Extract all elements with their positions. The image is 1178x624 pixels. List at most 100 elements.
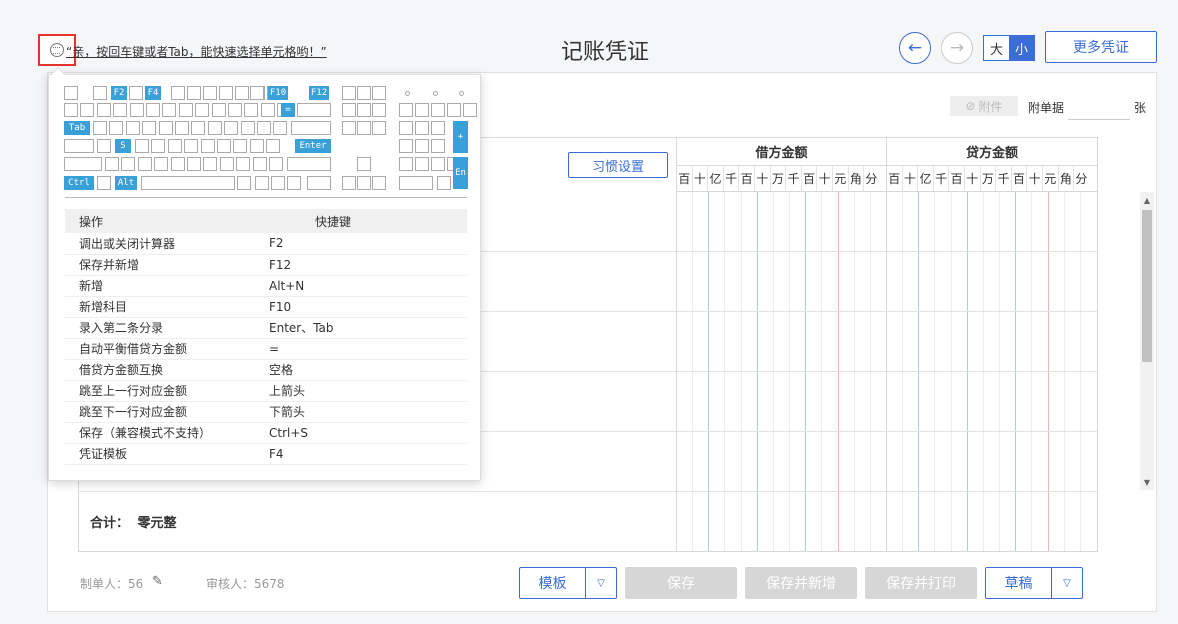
key	[342, 176, 356, 190]
key	[250, 86, 264, 100]
key	[224, 121, 239, 135]
key	[260, 103, 275, 117]
key	[431, 103, 445, 117]
prev-voucher-button[interactable]: ←	[899, 32, 931, 64]
total-value: 零元整	[137, 516, 177, 531]
shortcut-row: 跳至下一行对应金额 下箭头	[65, 401, 467, 423]
key-enter: Enter	[295, 139, 331, 153]
digit-unit: 十	[1026, 166, 1042, 191]
digit-unit: 十	[816, 166, 832, 191]
key	[219, 86, 233, 100]
key	[431, 121, 445, 135]
grid-scrollbar[interactable]: ▲ ▼	[1140, 192, 1154, 490]
save-button[interactable]: 保存	[625, 567, 737, 599]
scroll-up-icon[interactable]: ▲	[1140, 192, 1154, 208]
size-small-button[interactable]: 小	[1009, 36, 1034, 60]
key	[93, 121, 107, 135]
key	[415, 139, 429, 153]
shortcut-action: 跳至上一行对应金额	[65, 380, 255, 402]
key	[273, 121, 288, 135]
digit-unit: 百	[886, 166, 902, 191]
key	[291, 121, 331, 135]
draft-button[interactable]: 草稿	[986, 568, 1052, 598]
digit-unit: 元	[831, 166, 848, 191]
shortcut-key: 空格	[255, 359, 467, 381]
key	[191, 121, 206, 135]
popup-divider	[65, 197, 467, 198]
key	[357, 157, 371, 171]
key	[200, 139, 215, 153]
key	[146, 103, 160, 117]
key	[217, 139, 231, 153]
key	[187, 157, 201, 171]
attachment-unit: 张	[1134, 101, 1147, 115]
key	[207, 121, 222, 135]
key	[255, 176, 269, 190]
key	[105, 157, 119, 171]
shortcut-row: 保存（兼容模式不支持） Ctrl+S	[65, 422, 467, 444]
key	[269, 157, 283, 171]
digit-unit: 万	[769, 166, 786, 191]
key-s: S	[115, 139, 131, 153]
shortcut-table: 操作 快捷键 调出或关闭计算器 F2 保存并新增 F12 新增 Alt+N 新增科目 F10 录…	[65, 209, 467, 465]
key	[257, 121, 271, 135]
key-en: En	[453, 157, 468, 189]
save-print-button[interactable]: 保存并打印	[865, 567, 977, 599]
key	[431, 139, 445, 153]
key	[64, 157, 102, 171]
key	[64, 86, 78, 100]
key	[287, 157, 331, 171]
credit-amount-header: 贷方金额	[886, 138, 1097, 166]
digit-unit: 分	[1073, 166, 1089, 191]
key	[342, 86, 356, 100]
shortcut-row: 跳至上一行对应金额 上箭头	[65, 380, 467, 402]
reviewer-label: 审核人：5678	[206, 577, 285, 591]
key	[228, 103, 242, 117]
digit-unit: 亿	[917, 166, 933, 191]
chevron-down-icon[interactable]: ▽	[1052, 568, 1082, 598]
key	[171, 86, 185, 100]
key	[97, 176, 111, 190]
digit-unit: 万	[979, 166, 996, 191]
size-big-button[interactable]: 大	[984, 36, 1009, 60]
key	[447, 103, 461, 117]
key	[233, 139, 248, 153]
shortcut-header-row: 操作 快捷键	[65, 209, 467, 233]
key	[64, 139, 94, 153]
tip-link[interactable]: “亲，按回车键或者Tab，能快速选择单元格哟！”	[66, 43, 327, 60]
edit-pen-icon[interactable]: ✎	[152, 574, 168, 589]
more-vouchers-button[interactable]: 更多凭证	[1045, 31, 1157, 63]
key	[287, 176, 301, 190]
key	[399, 103, 413, 117]
key	[307, 176, 331, 190]
debit-amount-header: 借方金额	[676, 138, 886, 166]
digit-unit: 千	[932, 166, 949, 191]
attachment-button[interactable]: ⊘ 附件	[950, 96, 1018, 116]
save-new-button[interactable]: 保存并新增	[745, 567, 857, 599]
shortcut-action: 新增	[65, 275, 255, 297]
digit-unit: 亿	[707, 166, 723, 191]
scroll-down-icon[interactable]: ▼	[1140, 474, 1154, 490]
key	[142, 121, 157, 135]
key	[372, 121, 386, 135]
key	[357, 121, 371, 135]
shortcut-key: F12	[255, 254, 467, 276]
paperclip-icon: ⊘	[965, 99, 976, 113]
entry-row-line	[79, 491, 1097, 492]
key	[141, 176, 235, 190]
habit-settings-button[interactable]: 习惯设置	[568, 152, 668, 178]
indicator-dot	[405, 91, 410, 96]
digit-unit: 百	[948, 166, 964, 191]
shortcut-col-action: 操作	[65, 209, 255, 233]
keyboard-icon	[50, 43, 64, 57]
scroll-thumb[interactable]	[1142, 210, 1152, 362]
key	[64, 103, 78, 117]
attachment-count-input[interactable]	[1068, 96, 1130, 120]
next-voucher-button[interactable]: →	[941, 32, 973, 64]
attachment-count-label: 附单据	[1028, 101, 1065, 115]
template-button[interactable]: 模板	[520, 568, 586, 598]
digit-unit: 十	[963, 166, 980, 191]
key	[244, 103, 259, 117]
chevron-down-icon[interactable]: ▽	[586, 568, 616, 598]
key	[415, 157, 429, 171]
